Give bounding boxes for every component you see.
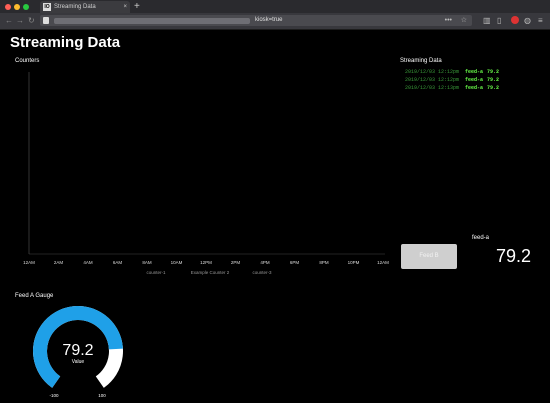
favicon-icon: IO [43, 3, 51, 11]
gauge-value: 79.2 [62, 342, 93, 359]
browser-tab[interactable]: IO Streaming Data × [40, 1, 130, 13]
x-tick-label: 6AM [113, 260, 123, 265]
x-tick-label: 10AM [171, 260, 183, 265]
bookmark-star-icon[interactable]: ☆ [461, 15, 467, 26]
stream-timestamp: 2019/12/03 12:12pm [405, 69, 460, 75]
x-tick-label: 12AM [23, 260, 35, 265]
x-tick-label: 4AM [83, 260, 93, 265]
x-tick-group: 12AM 2AM 4AM 6AM 8AM 10AM 12PM 2PM 4PM 6PM 8PM 10PM… [23, 260, 389, 265]
stream-feed: feed-a [465, 69, 484, 75]
new-tab-icon[interactable]: + [134, 0, 140, 13]
feed-a-gauge: 79.2 Value -100 100 [33, 306, 123, 398]
stream-value: 79.2 [487, 69, 500, 75]
sidebar-icon[interactable]: ▯ [497, 16, 501, 26]
stream-value: 79.2 [487, 77, 500, 83]
minimize-window-icon[interactable] [14, 4, 20, 10]
tab-close-icon[interactable]: × [123, 1, 127, 13]
x-tick-label: 12AM [377, 260, 389, 265]
x-tick-label: 10PM [348, 260, 360, 265]
stream-row: 2019/12/03 12:12pm feed-a 79.2 [405, 69, 499, 75]
x-tick-label: 4PM [260, 260, 270, 265]
forward-icon[interactable]: → [16, 16, 24, 26]
library-icon[interactable]: ▥ [483, 16, 491, 26]
gauge-value-label: Value [72, 359, 85, 365]
gauge-block-title: Feed A Gauge [15, 293, 54, 299]
x-tick-label: 2PM [231, 260, 241, 265]
stream-value: 79.2 [487, 85, 500, 91]
legend-item[interactable]: Example Counter 2 [191, 270, 230, 275]
x-tick-label: 12PM [200, 260, 212, 265]
stream-feed: feed-a [465, 77, 484, 83]
back-icon[interactable]: ← [5, 16, 13, 26]
gauge-min-label: -100 [49, 393, 59, 398]
stream-row: 2019/12/03 12:13pm feed-a 79.2 [405, 85, 499, 91]
url-bar[interactable]: kiosk=true ••• ☆ [40, 15, 472, 26]
tab-title: Streaming Data [54, 4, 96, 10]
x-tick-label: 8AM [142, 260, 152, 265]
counters-chart: 12AM 2AM 4AM 6AM 8AM 10AM 12PM 2PM 4PM 6PM 8PM 10PM… [23, 72, 389, 275]
page-title: Streaming Data [10, 34, 121, 51]
maximize-window-icon[interactable] [23, 4, 29, 10]
close-window-icon[interactable] [5, 4, 11, 10]
stream-timestamp: 2019/12/03 12:12pm [405, 77, 460, 83]
stream-row: 2019/12/03 12:12pm feed-a 79.2 [405, 77, 499, 83]
browser-nav-bar: ← → ↻ kiosk=true ••• ☆ ▥ ▯ ◍ ≡ [0, 13, 550, 30]
reload-icon[interactable]: ↻ [28, 16, 35, 26]
browser-tab-bar: IO Streaming Data × + [0, 0, 550, 13]
gauge-max-label: 100 [98, 393, 106, 398]
feed-value: 79.2 [496, 246, 532, 266]
x-tick-label: 6PM [290, 260, 300, 265]
url-text: kiosk=true [255, 17, 283, 23]
legend-item[interactable]: counter-1 [146, 270, 166, 275]
stream-block-title: Streaming Data [400, 58, 442, 64]
stream-timestamp: 2019/12/03 12:13pm [405, 85, 460, 91]
extension-2-icon[interactable]: ◍ [524, 16, 531, 26]
feed-value-label: feed-a [472, 235, 490, 241]
extension-icon[interactable] [511, 16, 519, 24]
menu-icon[interactable]: ≡ [538, 16, 543, 26]
x-tick-label: 8PM [319, 260, 329, 265]
counters-block-title: Counters [15, 58, 40, 64]
chart-legend: counter-1 Example Counter 2 counter-3 [146, 270, 272, 275]
page-actions-icon[interactable]: ••• [445, 15, 452, 26]
x-tick-label: 2AM [54, 260, 64, 265]
redacted-url [54, 18, 250, 24]
feed-b-button[interactable]: Feed B [401, 244, 457, 269]
legend-item[interactable]: counter-3 [252, 270, 272, 275]
stream-feed: feed-a [465, 85, 484, 91]
site-info-icon[interactable] [43, 17, 49, 24]
